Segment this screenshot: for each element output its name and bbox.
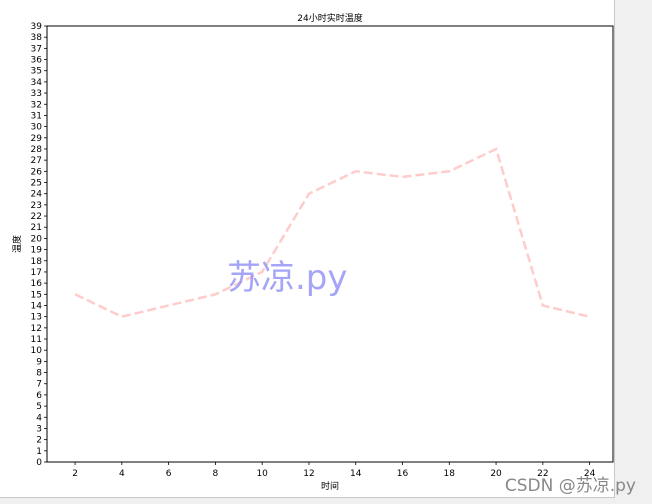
y-tick-label: 3 [36,424,42,434]
y-tick-label: 2 [36,436,42,446]
y-tick-label: 7 [36,380,42,390]
y-tick-label: 32 [31,100,42,110]
x-axis-label: 时间 [321,480,339,492]
y-tick-label: 11 [31,335,42,345]
y-tick-label: 28 [31,145,43,155]
y-tick-label: 23 [31,201,42,211]
watermark-center: 苏凉.py [227,258,348,298]
plot-frame [46,25,614,463]
x-tick-label: 18 [444,469,456,479]
y-tick-label: 37 [31,44,42,54]
chart-title: 24小时实时温度 [297,12,362,24]
y-tick-label: 36 [31,56,43,66]
x-tick-label: 2 [72,469,78,479]
y-tick-label: 30 [31,123,43,133]
y-tick-label: 27 [31,156,42,166]
y-tick-label: 5 [36,402,42,412]
x-tick-label: 12 [303,469,314,479]
y-tick-label: 38 [31,33,43,43]
y-tick-label: 9 [36,357,42,367]
figure-canvas: 24小时实时温度 0 1 2 3 4 5 6 7 8 9 10 11 12 13 14 15 16 17 18 19 2… [0,0,615,498]
x-tick-label: 4 [119,469,125,479]
y-tick-label: 1 [36,447,42,457]
y-tick-label: 14 [31,301,43,311]
x-tick-label: 6 [166,469,172,479]
y-tick-label: 10 [31,346,43,356]
y-tick-label: 21 [31,223,42,233]
y-tick-label: 25 [31,179,42,189]
temperature-chart: 24小时实时温度 0123456789101112131415161718192… [11,12,614,492]
x-tick-label: 14 [350,469,362,479]
y-tick-label: 24 [31,190,43,200]
y-tick-label: 34 [31,78,43,88]
y-tick-label: 13 [31,313,42,323]
y-tick-label: 8 [36,369,42,379]
x-tick-label: 10 [256,469,268,479]
y-tick-label: 19 [31,246,43,256]
y-tick-label: 26 [31,167,43,177]
y-tick-label: 39 [31,22,43,32]
y-tick-label: 16 [31,279,43,289]
x-tick-label: 20 [490,469,502,479]
y-tick-label: 15 [31,290,42,300]
y-tick-label: 22 [31,212,42,222]
y-tick-label: 6 [36,391,42,401]
watermark-corner: CSDN @苏凉.py [504,476,636,496]
x-tick-label: 16 [397,469,409,479]
y-tick-label: 35 [31,67,42,77]
y-axis: 0123456789101112131415161718192021222324… [31,22,47,468]
y-axis-label: 温度 [11,235,23,253]
y-tick-label: 12 [31,324,42,334]
y-tick-label: 31 [31,111,42,121]
y-tick-label: 33 [31,89,42,99]
y-tick-label: 17 [31,268,42,278]
y-tick-label: 18 [31,257,43,267]
y-tick-label: 29 [31,134,43,144]
y-tick-label: 4 [36,413,42,423]
y-tick-label: 0 [36,458,42,468]
y-tick-label: 20 [31,234,43,244]
x-tick-label: 8 [213,469,219,479]
